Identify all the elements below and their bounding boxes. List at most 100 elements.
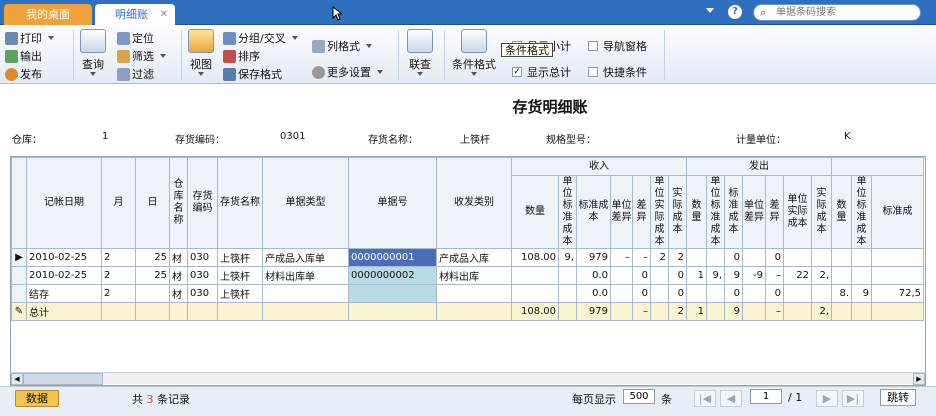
cell-warehouse[interactable]: 材 [169,248,188,267]
col-header-out-std[interactable]: 标准成本 [724,175,743,249]
cell-in-value[interactable]: 2 [650,248,669,267]
cell-in-value[interactable]: 2 [668,248,687,267]
col-header-in-unit-actual[interactable]: 单位实际成本 [650,175,669,249]
cell-out-value[interactable]: 0 [765,248,784,267]
cell-out-value[interactable] [811,248,832,267]
scroll-left-icon[interactable]: ◀ [11,373,23,385]
cell-balance-value[interactable] [851,248,872,267]
table-row[interactable]: 2010-02-25 2 25 材 030 上筷杆 材料出库单 0000000002 材料出库 0… [11,266,924,285]
cell-out-value[interactable]: – [765,302,784,321]
cell-in-value[interactable]: – [610,248,633,267]
cell-out-value[interactable] [686,284,707,303]
cell-out-value[interactable]: – [765,266,784,285]
cell-in-value[interactable] [610,266,633,285]
row-marker[interactable]: ✎ [11,302,27,321]
cell-in-value[interactable] [511,284,559,303]
cell-out-value[interactable] [811,284,832,303]
cell-out-value[interactable] [742,284,766,303]
cell-out-value[interactable] [706,284,725,303]
col-header-bal-std[interactable]: 标准成 [871,175,924,249]
quick-condition-checkbox[interactable]: 快捷条件 [588,64,647,80]
cell-out-value[interactable]: 22 [783,266,812,285]
cell-warehouse[interactable]: 材 [169,266,188,285]
col-header-code[interactable]: 存货编码 [187,157,218,249]
col-header-in-std[interactable]: 标准成本 [576,175,611,249]
cell-doc-no[interactable]: 0000000002 [348,266,437,285]
cell-out-value[interactable]: 2, [811,302,832,321]
cell-in-value[interactable]: 979 [576,302,611,321]
cell-in-value[interactable]: 0 [668,266,687,285]
dropdown-arrow-icon[interactable] [706,8,714,13]
cell-month[interactable]: 2 [101,284,136,303]
col-header-out-unit-diff[interactable]: 单位差异 [742,175,766,249]
cell-warehouse[interactable]: 材 [169,284,188,303]
cell-in-value[interactable]: 979 [576,248,611,267]
cell-in-value[interactable] [650,302,669,321]
query-button[interactable]: 查询 [78,29,108,76]
col-header-out-unit-actual[interactable]: 单位实际成本 [783,175,812,249]
row-marker[interactable]: ▶ [11,248,27,267]
publish-button[interactable]: 发布 [5,66,42,82]
cell-in-value[interactable] [558,302,577,321]
table-row[interactable]: 结存 2 材 030 上筷杆 0.0 0 0 0 0 8. 9 72,5 [11,284,924,303]
cell-date[interactable]: 2010-02-25 [26,248,102,267]
col-header-in-diff[interactable]: 差异 [632,175,651,249]
cell-in-value[interactable]: 9, [558,248,577,267]
cell-in-value[interactable]: 0.0 [576,266,611,285]
cell-out-value[interactable]: 2, [811,266,832,285]
col-header-out-actual[interactable]: 实际成本 [811,175,832,249]
cell-in-value[interactable] [650,266,669,285]
col-header-in-unit-diff[interactable]: 单位差异 [610,175,633,249]
cell-doc-no[interactable] [348,302,437,321]
filter-select-button[interactable]: 筛选 [117,48,166,64]
table-row[interactable]: ✎ 总计 108.00 979–2 1 9–2, [11,302,924,321]
cell-code[interactable]: 030 [187,248,218,267]
cell-name[interactable] [217,302,263,321]
col-header-month[interactable]: 月 [101,157,136,249]
cell-out-value[interactable] [783,248,812,267]
cell-category[interactable]: 材料出库 [436,266,512,285]
cell-doc-type[interactable]: 材料出库单 [262,266,349,285]
cell-in-value[interactable]: 108.00 [511,302,559,321]
cell-balance-value[interactable]: 8. [831,284,852,303]
print-button[interactable]: 打印 [5,30,54,46]
cell-month[interactable] [101,302,136,321]
col-header-in-unit-std[interactable]: 单位标准成本 [558,175,577,249]
cell-out-value[interactable] [706,248,725,267]
cell-day[interactable] [135,284,170,303]
show-total-checkbox[interactable]: ✓ 显示总计 [512,64,571,80]
cell-balance-value[interactable] [871,302,924,321]
cell-doc-type[interactable] [262,302,349,321]
tab-ledger[interactable]: 明细账 ✕ [95,4,175,25]
col-header-out-diff[interactable]: 差异 [765,175,784,249]
cell-in-value[interactable]: – [632,248,651,267]
cell-out-value[interactable]: 0 [765,284,784,303]
cell-day[interactable]: 25 [135,266,170,285]
cell-out-value[interactable]: 9 [724,266,743,285]
cell-name[interactable]: 上筷杆 [217,248,263,267]
cell-doc-type[interactable] [262,284,349,303]
col-header-bal-qty[interactable]: 数量 [831,175,852,249]
filter-button[interactable]: 过滤 [117,66,154,82]
col-header-doc-no[interactable]: 单据号 [348,157,437,249]
cell-in-value[interactable] [558,266,577,285]
cell-balance-value[interactable]: 9 [851,284,872,303]
cell-code[interactable]: 030 [187,284,218,303]
locate-button[interactable]: 定位 [117,30,154,46]
cell-out-value[interactable]: 9, [706,266,725,285]
cell-balance-value[interactable] [831,302,852,321]
row-marker[interactable] [11,284,27,303]
cell-balance-value[interactable] [851,302,872,321]
cell-balance-value[interactable] [871,266,924,285]
scroll-right-icon[interactable]: ▶ [913,373,925,385]
cell-in-value[interactable]: 0 [632,266,651,285]
cell-category[interactable] [436,302,512,321]
nav-pane-checkbox[interactable]: 导航窗格 [588,38,647,54]
column-format-button[interactable]: 列格式 [312,38,372,54]
save-format-button[interactable]: 保存格式 [223,66,282,82]
cell-balance-value[interactable] [871,248,924,267]
cell-out-value[interactable] [742,302,766,321]
cell-in-value[interactable]: 0.0 [576,284,611,303]
cell-doc-type[interactable]: 产成品入库单 [262,248,349,267]
col-header-bal-unit-std[interactable]: 单位标准成本 [851,175,872,249]
